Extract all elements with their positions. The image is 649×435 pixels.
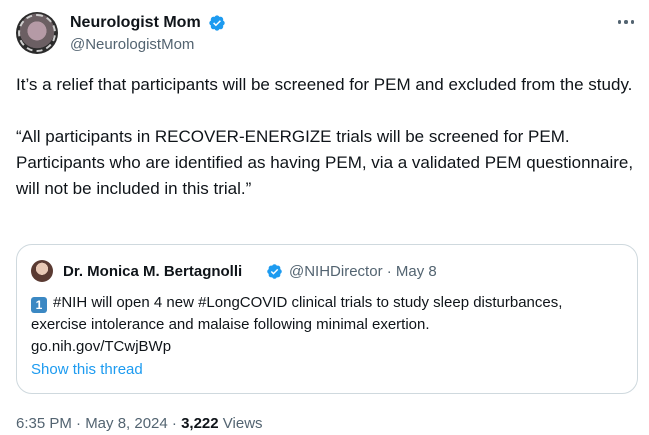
quoted-handle-date: @NIHDirector · May 8 [289,263,437,280]
tweet-paragraph: It’s a relief that participants will be … [16,75,633,94]
timestamp[interactable]: 6:35 PM · May 8, 2024 · [16,415,181,432]
quoted-author-avatar [31,260,53,282]
tweet: Neurologist Mom @NeurologistMom It’s a r… [0,0,649,435]
author-handle[interactable]: @NeurologistMom [70,35,194,55]
tweet-meta: 6:35 PM · May 8, 2024 · 3,222 Views [16,414,263,434]
views-label: Views [218,415,263,432]
more-options-button[interactable] [612,10,640,34]
quoted-author-name: Dr. Monica M. Bertagnolli [63,263,243,280]
keycap-one-icon: 1 [31,297,47,313]
more-options-icon [617,20,635,24]
quoted-text-body: #NIH will open 4 new #LongCOVID clinical… [31,294,563,333]
views-count: 3,222 [181,415,219,432]
author-avatar[interactable] [16,12,58,54]
verified-badge-icon [267,264,282,279]
tweet-text: It’s a relief that participants will be … [16,72,636,202]
author-name[interactable]: Neurologist Mom [70,13,201,33]
quoted-tweet-text: 1 #NIH will open 4 new #LongCOVID clinica… [31,292,621,358]
quoted-tweet-card[interactable]: Dr. Monica M. Bertagnolli @NIHDirector ·… [16,244,638,394]
show-thread-link[interactable]: Show this thread [31,360,143,380]
tweet-paragraph: “All participants in RECOVER-ENERGIZE tr… [16,127,634,198]
verified-badge-icon [209,15,225,31]
quoted-link[interactable]: go.nih.gov/TCwjBWp [31,336,621,358]
